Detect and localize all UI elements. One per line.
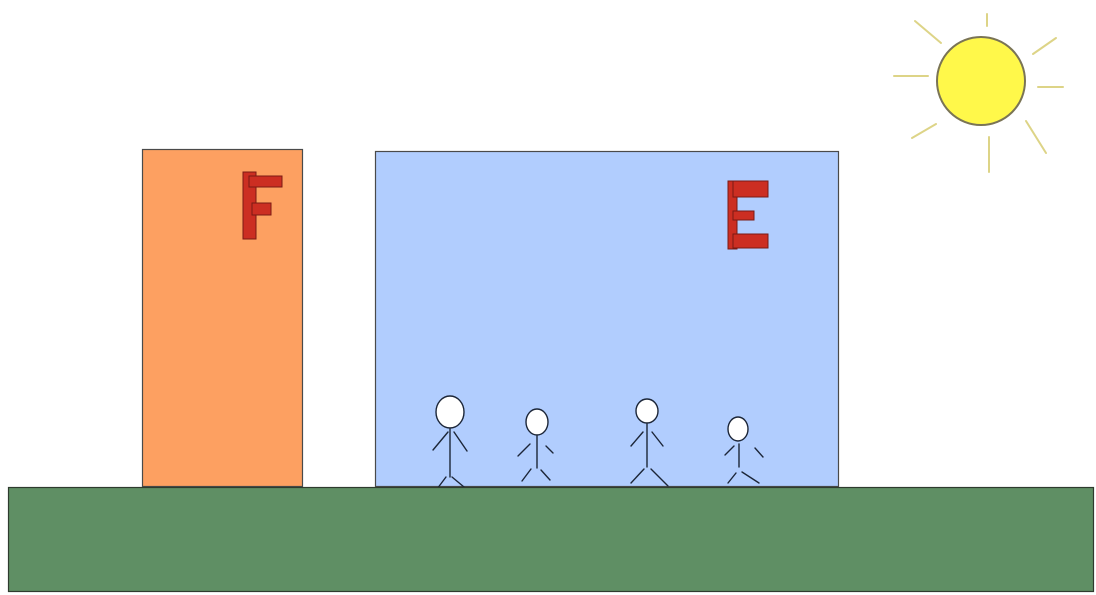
sun-ray: [1025, 120, 1047, 154]
letter-e-mid-bar: [732, 210, 755, 221]
stick-figure-head: [635, 398, 659, 424]
sun-ray: [911, 123, 937, 139]
letter-f-top-bar: [248, 175, 283, 188]
letter-e-top-bar: [732, 180, 769, 198]
letter-e-bottom-bar: [732, 233, 769, 249]
sun-ray: [914, 20, 942, 44]
stick-figure-head: [435, 395, 465, 429]
scene-canvas: [7, 13, 1095, 593]
sun-disc: [936, 36, 1026, 126]
ground: [7, 486, 1095, 593]
sun-ray: [1032, 37, 1057, 55]
building-f-body: [141, 148, 304, 488]
letter-f-mid-bar: [251, 202, 272, 216]
building-f: [141, 148, 304, 488]
stick-figure-head: [727, 416, 749, 442]
stick-figure-head: [525, 408, 549, 436]
sun: [893, 13, 1064, 173]
